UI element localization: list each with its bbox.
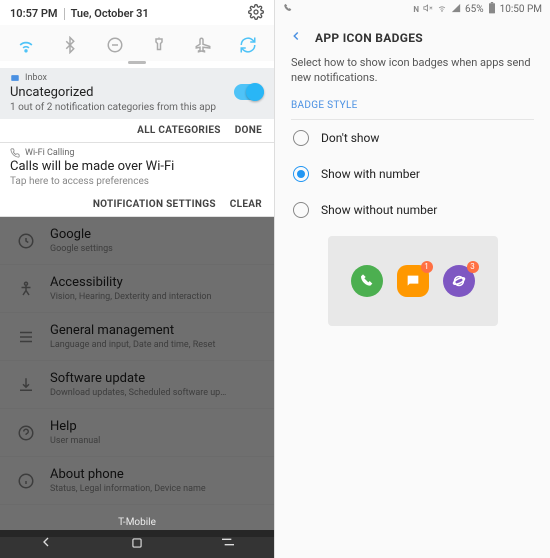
bluetooth-icon[interactable] xyxy=(56,31,84,59)
notification-card-inbox[interactable]: Inbox Uncategorized 1 out of 2 notificat… xyxy=(0,68,274,119)
quick-settings-row xyxy=(0,25,274,61)
dim-overlay xyxy=(0,217,274,537)
status-bar-right: N 65% 10:50 PM xyxy=(275,0,550,18)
carrier-label: T-Mobile xyxy=(0,517,274,528)
radio-label: Show without number xyxy=(321,203,437,217)
battery-icon xyxy=(488,2,496,17)
battery-pct: 65% xyxy=(465,4,484,15)
badge-count: 3 xyxy=(467,261,479,273)
page-description: Select how to show icon badges when apps… xyxy=(275,55,550,100)
notif-sub: 1 out of 2 notification categories from … xyxy=(0,102,274,119)
nav-home-icon[interactable] xyxy=(130,535,144,554)
phone-app-icon xyxy=(351,265,383,297)
status-date: Tue, October 31 xyxy=(71,7,149,20)
badge-count: 1 xyxy=(421,261,433,273)
nav-recents-icon[interactable] xyxy=(220,534,236,554)
all-categories-button[interactable]: ALL CATEGORIES xyxy=(137,125,221,136)
done-button[interactable]: DONE xyxy=(235,125,262,136)
notif-actions-row: ALL CATEGORIES DONE xyxy=(0,119,274,143)
nfc-icon: N xyxy=(413,5,419,14)
browser-app-icon: 3 xyxy=(443,265,475,297)
radio-show-without-number[interactable]: Show without number xyxy=(275,192,550,228)
sync-icon[interactable] xyxy=(234,31,262,59)
radio-show-number[interactable]: Show with number xyxy=(275,156,550,192)
right-panel: N 65% 10:50 PM APP ICON BADGES Select ho… xyxy=(275,0,550,558)
settings-gear-icon[interactable] xyxy=(248,4,264,23)
messages-app-icon: 1 xyxy=(397,265,429,297)
section-label: BADGE STYLE xyxy=(275,100,550,115)
wifi-icon[interactable] xyxy=(12,31,40,59)
do-not-disturb-icon[interactable] xyxy=(101,31,129,59)
notif-title: Calls will be made over Wi-Fi xyxy=(10,159,174,174)
left-panel: 10:57 PM Tue, October 31 Inbox Uncategor… xyxy=(0,0,275,558)
notif-title: Uncategorized xyxy=(10,85,93,100)
clear-button[interactable]: CLEAR xyxy=(230,199,262,210)
back-button[interactable] xyxy=(289,28,303,47)
notification-settings-button[interactable]: NOTIFICATION SETTINGS xyxy=(93,199,216,210)
radio-icon xyxy=(293,166,309,182)
status-time-right: 10:50 PM xyxy=(500,4,542,15)
signal-icon xyxy=(451,3,461,16)
nav-back-icon[interactable] xyxy=(38,534,54,554)
radio-label: Don't show xyxy=(321,131,379,145)
notif-toggle[interactable] xyxy=(234,84,264,100)
notif-app-label: Wi-Fi Calling xyxy=(25,148,74,158)
wifi-status-icon xyxy=(437,3,447,16)
status-bar-left: 10:57 PM Tue, October 31 xyxy=(0,0,274,25)
notification-card-wificalling[interactable]: Wi-Fi Calling Calls will be made over Wi… xyxy=(0,143,274,193)
radio-label: Show with number xyxy=(321,167,420,181)
airplane-icon[interactable] xyxy=(189,31,217,59)
nav-bar xyxy=(0,530,274,558)
call-icon xyxy=(283,3,293,16)
page-header: APP ICON BADGES xyxy=(275,18,550,55)
notif-sub: Tap here to access preferences xyxy=(0,176,274,193)
radio-icon xyxy=(293,202,309,218)
status-time: 10:57 PM xyxy=(10,7,58,20)
radio-icon xyxy=(293,130,309,146)
expand-handle[interactable] xyxy=(128,61,146,64)
settings-list: GoogleGoogle settings AccessibilityVisio… xyxy=(0,217,274,537)
badge-preview: 1 3 xyxy=(328,236,498,326)
notif-app-label: Inbox xyxy=(25,73,47,83)
page-title: APP ICON BADGES xyxy=(315,31,423,45)
notif-actions-row: NOTIFICATION SETTINGS CLEAR xyxy=(0,193,274,217)
flashlight-icon[interactable] xyxy=(145,31,173,59)
radio-dont-show[interactable]: Don't show xyxy=(275,120,550,156)
mute-icon xyxy=(423,3,433,16)
